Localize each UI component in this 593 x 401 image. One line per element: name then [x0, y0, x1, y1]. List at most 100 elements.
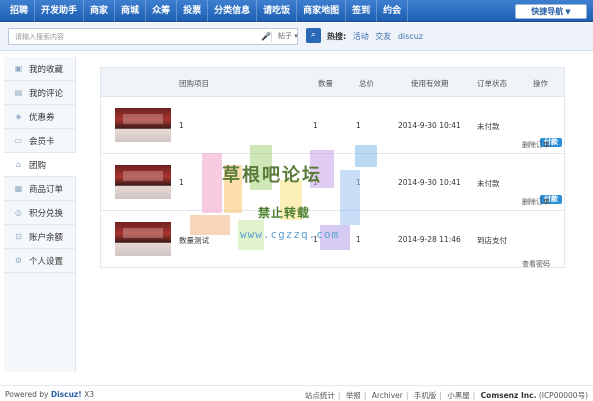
watermark-url: www.cgzzq.com — [240, 228, 340, 241]
column-header: 操作 — [533, 79, 548, 88]
favorite-icon: ▣ — [14, 64, 23, 73]
search-button[interactable]: ⌕ — [306, 28, 321, 43]
item-name[interactable]: 1 — [179, 178, 184, 187]
order-status: 到店支付 — [477, 236, 507, 245]
watermark-block — [190, 215, 230, 235]
view-password-link[interactable]: 查看密码 — [522, 259, 550, 269]
column-header: 总价 — [359, 79, 374, 88]
column-header: 使用有效期 — [411, 79, 449, 88]
footer-link-stats[interactable]: 站点统计 — [305, 391, 335, 400]
search-input[interactable]: 请输入搜索内容 🎤 帖子 ▾ — [8, 28, 298, 45]
order-icon: ▦ — [14, 184, 23, 193]
order-status: 未付款 — [477, 122, 500, 131]
sidebar-item-coupons[interactable]: ◈ 优惠券 — [4, 105, 75, 129]
nav-item-classifieds[interactable]: 分类信息 — [208, 0, 258, 22]
settings-icon: ⚙ — [14, 256, 23, 265]
nav-item-vote[interactable]: 投票 — [177, 0, 209, 22]
comment-icon: ▤ — [14, 88, 23, 97]
item-valid-until: 2014-9-30 10:41 — [398, 178, 461, 187]
footer-separator: | — [472, 391, 476, 400]
item-name[interactable]: 1 — [179, 121, 184, 130]
nav-item-mall[interactable]: 商城 — [115, 0, 147, 22]
watermark-title: 草根吧论坛 — [222, 165, 322, 186]
chevron-down-icon: ▼ — [565, 8, 571, 16]
watermark-block — [355, 145, 377, 167]
product-thumbnail[interactable] — [115, 108, 171, 142]
sidebar-item-label: 我的收藏 — [29, 64, 64, 75]
item-quantity: 1 — [313, 121, 318, 130]
product-thumbnail[interactable] — [115, 165, 171, 199]
search-scope-select[interactable]: 帖子 ▾ — [271, 31, 309, 42]
nav-item-dating[interactable]: 约会 — [377, 0, 409, 22]
item-total: 1 — [356, 121, 361, 130]
sidebar-item-label: 优惠券 — [29, 112, 55, 123]
sidebar-item-comments[interactable]: ▤ 我的评论 — [4, 81, 75, 105]
hot-search-word[interactable]: discuz — [398, 32, 423, 41]
sidebar-item-label: 账户余额 — [29, 232, 64, 243]
sidebar-item-favorites[interactable]: ▣ 我的收藏 — [4, 57, 75, 81]
nav-item-merchant-map[interactable]: 商家地图 — [297, 0, 347, 22]
sidebar-item-orders[interactable]: ▦ 商品订单 — [4, 177, 75, 201]
footer-link-blacklist[interactable]: 小黑屋 — [447, 391, 470, 400]
powered-prefix: Powered by — [5, 390, 51, 399]
balance-icon: ⊡ — [15, 232, 22, 241]
column-header: 数量 — [318, 79, 333, 88]
quick-nav-label: 快捷导航 — [531, 7, 564, 16]
footer-link-report[interactable]: 举报 — [346, 391, 361, 400]
footer-separator: | — [405, 391, 409, 400]
member-card-icon: ▭ — [14, 136, 23, 145]
column-header: 团购项目 — [179, 79, 209, 88]
sidebar-item-label: 会员卡 — [29, 136, 55, 147]
microphone-icon[interactable]: 🎤 — [261, 32, 271, 41]
search-placeholder: 请输入搜索内容 — [15, 33, 64, 41]
nav-item-checkin[interactable]: 签到 — [346, 0, 378, 22]
nav-item-crowdfund[interactable]: 众筹 — [146, 0, 178, 22]
nav-item-merchant[interactable]: 商家 — [84, 0, 116, 22]
hot-search-word[interactable]: 活动 — [353, 32, 369, 41]
sidebar-item-group-buy[interactable]: ⌂ 团购 — [4, 153, 76, 177]
footer-links: 站点统计 | 举报 | Archiver | 手机版 | 小黑屋 | Comsenz In… — [305, 390, 588, 401]
footer-link-mobile[interactable]: 手机版 — [414, 391, 437, 400]
sidebar-item-points[interactable]: ◎ 积分兑换 — [4, 201, 75, 225]
product-thumbnail[interactable] — [115, 222, 171, 256]
footer-link-archiver[interactable]: Archiver — [372, 391, 403, 400]
nav-item-dev-helper[interactable]: 开发助手 — [35, 0, 85, 22]
sidebar-item-label: 我的评论 — [29, 88, 64, 99]
item-valid-until: 2014-9-30 10:41 — [398, 121, 461, 130]
sidebar-item-settings[interactable]: ⚙ 个人设置 — [4, 249, 75, 273]
search-scope-label: 帖子 — [278, 32, 292, 40]
footer-separator: | — [363, 391, 367, 400]
search-bar: 请输入搜索内容 🎤 帖子 ▾ ⌕ 热搜: 活动 交友 discuz — [0, 23, 593, 51]
powered-version: X3 — [81, 390, 94, 399]
sidebar-item-balance[interactable]: ⊡ 账户余额 — [4, 225, 75, 249]
footer-icp[interactable]: (ICP00000号) — [539, 391, 588, 400]
hot-search-label: 热搜: — [327, 32, 347, 41]
hot-search-word[interactable]: 交友 — [375, 32, 391, 41]
delete-order-link[interactable]: 删除订单 — [522, 140, 550, 150]
nav-item-recruit[interactable]: 招聘 — [4, 0, 36, 22]
coupon-icon: ◈ — [15, 112, 22, 121]
powered-brand-link[interactable]: Discuz! — [51, 390, 82, 399]
footer-company-link[interactable]: Comsenz Inc. — [481, 391, 537, 400]
column-header: 订单状态 — [477, 79, 507, 88]
footer-separator: | — [439, 391, 442, 400]
quick-nav-button[interactable]: 快捷导航 ▼ — [515, 4, 587, 19]
watermark-block — [202, 153, 222, 213]
nav-item-treat[interactable]: 请吃饭 — [257, 0, 298, 22]
order-status: 未付款 — [477, 179, 500, 188]
search-icon: ⌕ — [310, 30, 317, 40]
footer-separator: | — [337, 391, 341, 400]
sidebar-item-label: 积分兑换 — [29, 208, 64, 219]
sidebar-item-label: 个人设置 — [29, 256, 64, 267]
delete-order-link[interactable]: 删除订单 — [522, 197, 550, 207]
sidebar-item-member-card[interactable]: ▭ 会员卡 — [4, 129, 75, 153]
table-header: 团购项目 数量 总价 使用有效期 订单状态 操作 — [100, 67, 565, 97]
watermark-block — [340, 170, 360, 225]
hot-searches: 热搜: 活动 交友 discuz — [327, 31, 423, 42]
top-nav: 招聘 开发助手 商家 商城 众筹 投票 分类信息 请吃饭 商家地图 签到 约会 … — [0, 0, 593, 22]
item-valid-until: 2014-9-28 11:46 — [398, 235, 461, 244]
top-nav-items: 招聘 开发助手 商家 商城 众筹 投票 分类信息 请吃饭 商家地图 签到 约会 — [4, 0, 409, 22]
points-icon: ◎ — [15, 208, 22, 217]
powered-by: Powered by Discuz! X3 — [5, 390, 94, 399]
sidebar-item-label: 团购 — [29, 160, 47, 171]
